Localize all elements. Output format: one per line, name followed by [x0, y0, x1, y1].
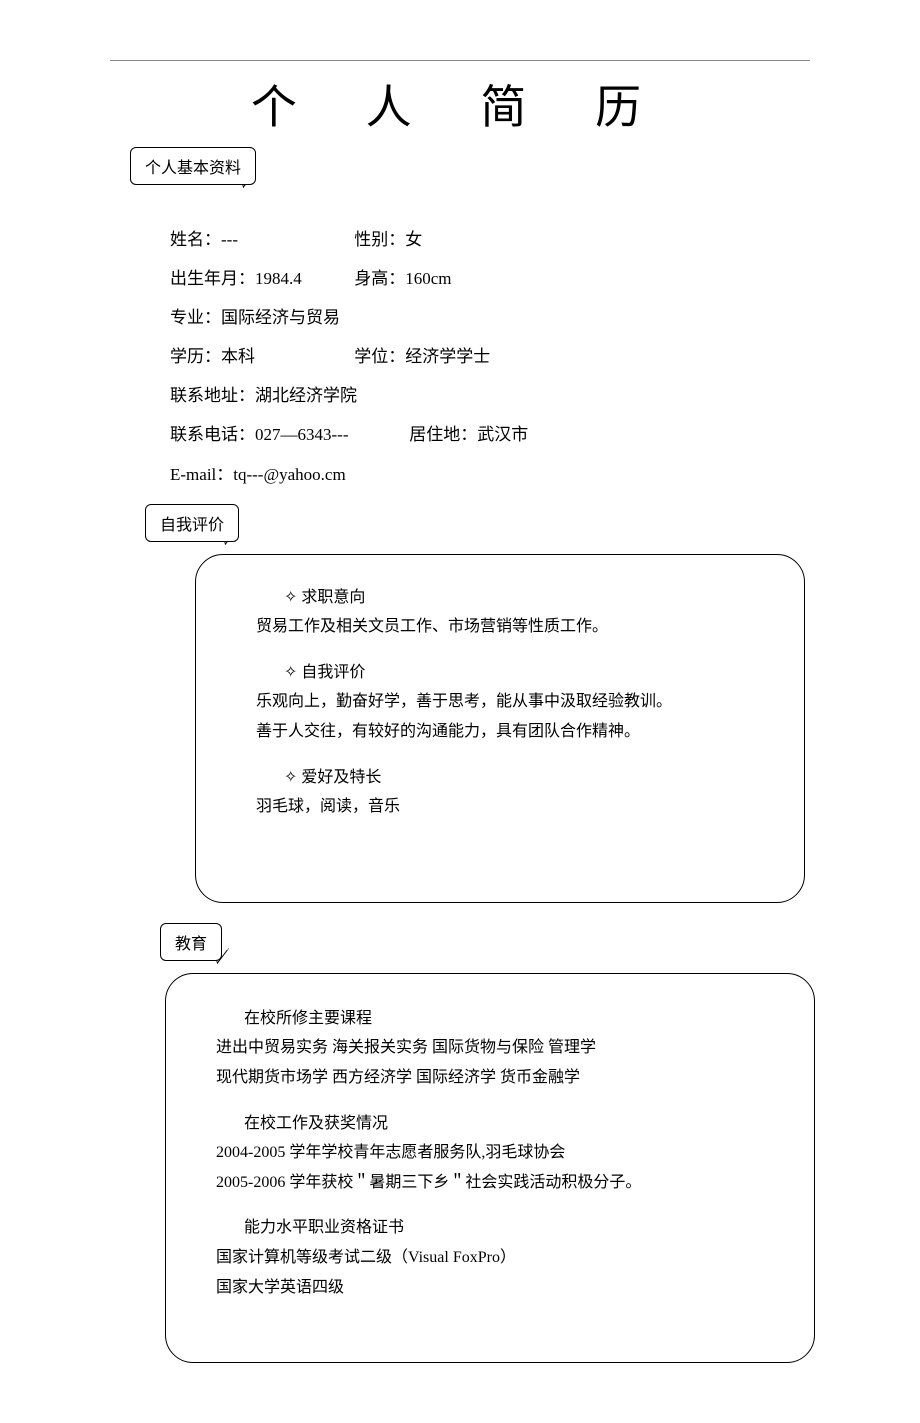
courses-line2: 现代期货市场学 西方经济学 国际经济学 货币金融学 — [216, 1063, 784, 1093]
degree-value: 经济学学士 — [405, 337, 490, 376]
eval-line1: 乐观向上，勤奋好学，善于思考，能从事中汲取经验教训。 — [256, 687, 774, 717]
diamond-icon: ✧ — [284, 769, 297, 786]
birth-label: 出生年月： — [170, 259, 255, 298]
eval-heading: 自我评价 — [301, 664, 365, 681]
cert-line1: 国家计算机等级考试二级（Visual FoxPro） — [216, 1243, 784, 1273]
phone-value: 027—6343--- — [255, 415, 348, 454]
hobby-heading: 爱好及特长 — [301, 769, 381, 786]
top-divider — [110, 60, 810, 61]
edu-label: 学历： — [170, 337, 221, 376]
courses-heading: 在校所修主要课程 — [216, 1004, 784, 1034]
height-label: 身高： — [354, 259, 405, 298]
section-basic-label-wrap: 个人基本资料 — [130, 147, 820, 185]
cert-line2: 国家大学英语四级 — [216, 1273, 784, 1303]
section-education-label-wrap: 教育 — [160, 923, 820, 961]
name-label: 姓名： — [170, 220, 221, 259]
email-label: E-mail： — [170, 455, 233, 494]
addr-value: 湖北经济学院 — [255, 376, 357, 415]
eval-line2: 善于人交往，有较好的沟通能力，具有团队合作精神。 — [256, 717, 774, 747]
section-education-label: 教育 — [160, 923, 222, 961]
location-label: 居住地： — [409, 415, 477, 454]
courses-line1: 进出中贸易实务 海关报关实务 国际货物与保险 管理学 — [216, 1033, 784, 1063]
gender-label: 性别： — [354, 220, 405, 259]
basic-info-block: 姓名：--- 性别：女 出生年月：1984.4 身高：160cm 专业：国际经济… — [170, 220, 820, 494]
gender-value: 女 — [405, 220, 422, 259]
section-basic-label: 个人基本资料 — [130, 147, 256, 185]
work-heading: 在校工作及获奖情况 — [216, 1109, 784, 1139]
addr-label: 联系地址： — [170, 376, 255, 415]
major-value: 国际经济与贸易 — [221, 298, 340, 337]
cert-heading: 能力水平职业资格证书 — [216, 1213, 784, 1243]
degree-label: 学位： — [354, 337, 405, 376]
work-line1: 2004-2005 学年学校青年志愿者服务队,羽毛球协会 — [216, 1138, 784, 1168]
edu-value: 本科 — [221, 337, 255, 376]
height-value: 160cm — [405, 259, 451, 298]
email-value: tq---@yahoo.cm — [233, 455, 345, 494]
section-self-eval-label: 自我评价 — [145, 504, 239, 542]
intent-heading: 求职意向 — [301, 589, 365, 606]
location-value: 武汉市 — [477, 415, 528, 454]
page-title: 个 人 简 历 — [100, 71, 820, 137]
diamond-icon: ✧ — [284, 664, 297, 681]
hobby-body: 羽毛球，阅读，音乐 — [256, 792, 774, 822]
section-self-eval-label-wrap: 自我评价 — [145, 504, 820, 542]
education-bubble: 在校所修主要课程 进出中贸易实务 海关报关实务 国际货物与保险 管理学 现代期货… — [165, 973, 815, 1363]
birth-value: 1984.4 — [255, 259, 302, 298]
major-label: 专业： — [170, 298, 221, 337]
work-line2: 2005-2006 学年获校＂暑期三下乡＂社会实践活动积极分子。 — [216, 1168, 784, 1198]
self-eval-bubble: ✧ 求职意向 贸易工作及相关文员工作、市场营销等性质工作。 ✧ 自我评价 乐观向… — [195, 554, 805, 903]
diamond-icon: ✧ — [284, 589, 297, 606]
name-value: --- — [221, 220, 238, 259]
intent-body: 贸易工作及相关文员工作、市场营销等性质工作。 — [256, 612, 774, 642]
phone-label: 联系电话： — [170, 415, 255, 454]
